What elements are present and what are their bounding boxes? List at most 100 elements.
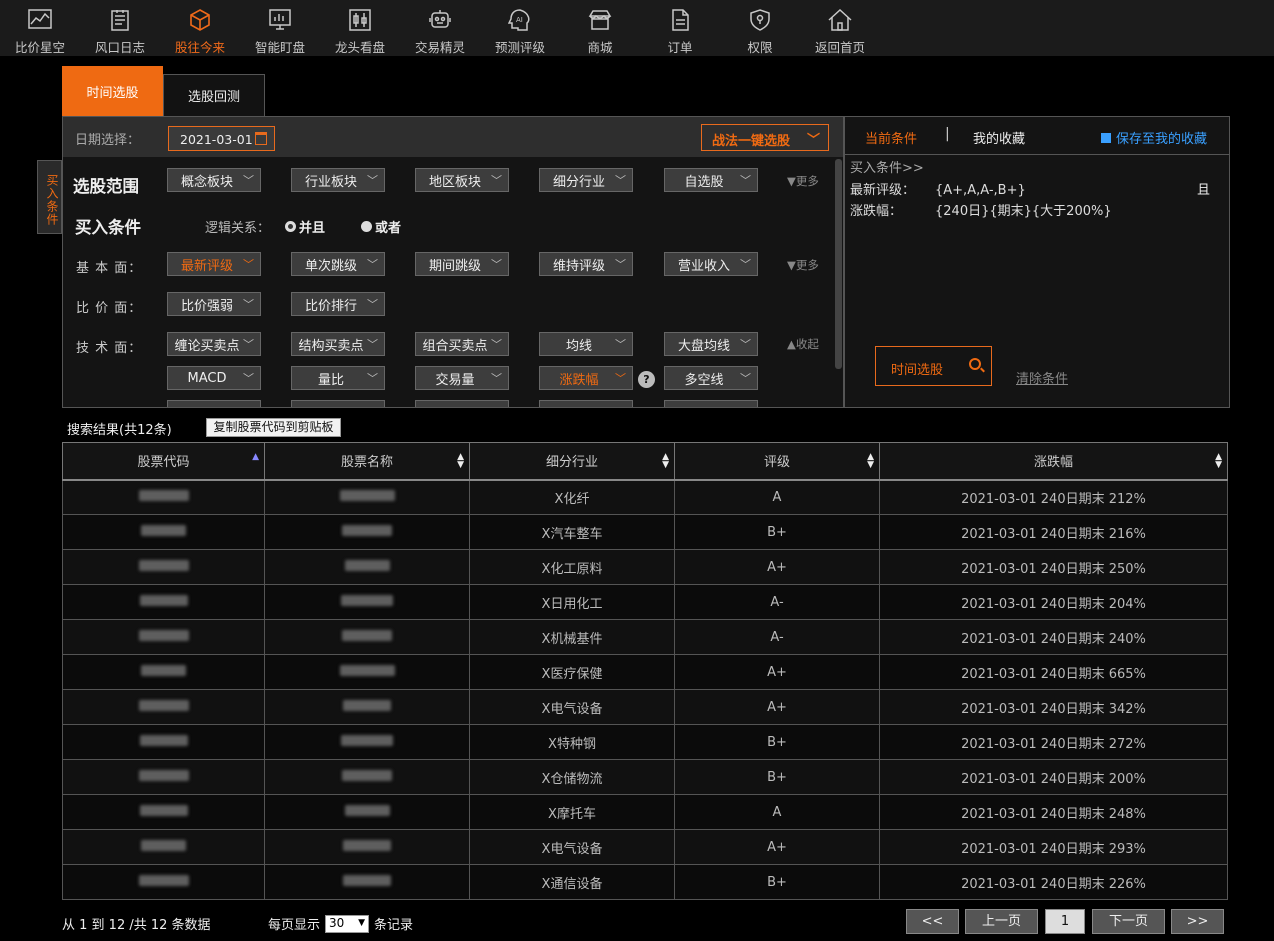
dropdown-region[interactable]: 地区板块 ﹀: [415, 168, 509, 192]
scrollbar[interactable]: [835, 159, 842, 369]
dropdown-single-jump[interactable]: 单次跳级 ﹀: [291, 252, 385, 276]
nav-item-dingdan[interactable]: 订单: [640, 0, 720, 56]
nav-item-fengkou[interactable]: 风口日志: [80, 0, 160, 56]
tab-time-pick[interactable]: 时间选股: [62, 66, 163, 116]
table-row[interactable]: X化工原料 A+ 2021-03-01 240日期末 250%: [62, 549, 1228, 585]
clear-conditions-link[interactable]: 清除条件: [1016, 368, 1068, 387]
nav-item-jiaoyi[interactable]: 交易精灵: [400, 0, 480, 56]
dropdown-period-jump[interactable]: 期间跳级 ﹀: [415, 252, 509, 276]
radio-or[interactable]: 或者: [361, 217, 401, 236]
obscured-code: [139, 804, 188, 816]
dropdown-label: 交易量: [435, 372, 475, 388]
dropdown-label: 均线: [565, 338, 592, 354]
dropdown-structure-points[interactable]: 结构买卖点 ﹀: [291, 332, 385, 356]
per-page-select[interactable]: 30 ▼: [325, 914, 370, 933]
dropdown-combo-points[interactable]: 组合买卖点 ﹀: [415, 332, 509, 356]
table-row[interactable]: X电气设备 A+ 2021-03-01 240日期末 342%: [62, 689, 1228, 725]
nav-item-yuce[interactable]: AI 预测评级: [480, 0, 560, 56]
cell-industry: X通信设备: [469, 864, 675, 900]
date-picker[interactable]: 2021-03-01: [168, 126, 275, 151]
table-row[interactable]: X化纤 A 2021-03-01 240日期末 212%: [62, 479, 1228, 515]
per-page-suffix: 条记录: [374, 918, 414, 933]
table-row[interactable]: X医疗保健 A+ 2021-03-01 240日期末 665%: [62, 654, 1228, 690]
time-pick-search-button[interactable]: 时间选股: [875, 346, 992, 386]
tab-current-conditions[interactable]: 当前条件: [865, 128, 917, 147]
cell-industry: X电气设备: [469, 689, 675, 725]
dropdown-market-average[interactable]: 大盘均线 ﹀: [664, 332, 758, 356]
cell-change: 2021-03-01 240日期末 250%: [879, 549, 1228, 585]
home-icon: [827, 8, 853, 32]
scope-more-link[interactable]: ▼更多: [787, 173, 819, 189]
current-page-button[interactable]: 1: [1045, 909, 1085, 934]
chevron-down-icon: ﹀: [243, 174, 254, 187]
table-row[interactable]: X特种钢 B+ 2021-03-01 240日期末 272%: [62, 724, 1228, 760]
dropdown-maintain-rating[interactable]: 维持评级 ﹀: [539, 252, 633, 276]
nav-item-zhineng[interactable]: 智能盯盘: [240, 0, 320, 56]
more-label: 更多: [795, 174, 819, 188]
col-header-name[interactable]: 股票名称 ▲ ▼: [264, 442, 470, 481]
dropdown-moving-average[interactable]: 均线 ﹀: [539, 332, 633, 356]
chevron-down-icon: ﹀: [615, 174, 626, 187]
dropdown-industry[interactable]: 行业板块 ﹀: [291, 168, 385, 192]
first-page-button[interactable]: <<: [906, 909, 959, 934]
col-header-code[interactable]: 股票代码 ▲: [62, 442, 265, 481]
last-page-button[interactable]: >>: [1171, 909, 1224, 934]
table-row[interactable]: X通信设备 B+ 2021-03-01 240日期末 226%: [62, 864, 1228, 900]
strategy-one-click-button[interactable]: 战法一键选股 ﹀: [701, 124, 829, 151]
dropdown-latest-rating[interactable]: 最新评级 ﹀: [167, 252, 261, 276]
table-row[interactable]: X汽车整车 B+ 2021-03-01 240日期末 216%: [62, 514, 1228, 550]
chevron-down-icon: ﹀: [491, 174, 502, 187]
chevron-down-icon: ﹀: [740, 258, 751, 271]
technical-collapse-link[interactable]: ▲收起: [787, 336, 819, 352]
cell-code: [62, 584, 265, 620]
help-icon[interactable]: ?: [638, 371, 655, 388]
save-to-favorites-link[interactable]: 保存至我的收藏: [1101, 128, 1207, 147]
dropdown-row3-5[interactable]: [664, 400, 758, 407]
dropdown-label: MACD: [187, 370, 227, 386]
table-row[interactable]: X电气设备 A+ 2021-03-01 240日期末 293%: [62, 829, 1228, 865]
per-page-control: 每页显示 30 ▼ 条记录: [268, 914, 413, 933]
dropdown-compare-strength[interactable]: 比价强弱 ﹀: [167, 292, 261, 316]
dropdown-sub-industry[interactable]: 细分行业 ﹀: [539, 168, 633, 192]
dropdown-row3-3[interactable]: [415, 400, 509, 407]
table-row[interactable]: X日用化工 A- 2021-03-01 240日期末 204%: [62, 584, 1228, 620]
nav-item-shangcheng[interactable]: 商城: [560, 0, 640, 56]
dropdown-bull-bear-line[interactable]: 多空线 ﹀: [664, 366, 758, 390]
dropdown-row3-4[interactable]: [539, 400, 633, 407]
dropdown-price-change[interactable]: 涨跌幅 ﹀: [539, 366, 633, 390]
table-row[interactable]: X摩托车 A 2021-03-01 240日期末 248%: [62, 794, 1228, 830]
dropdown-volume-ratio[interactable]: 量比 ﹀: [291, 366, 385, 390]
copy-codes-button[interactable]: 复制股票代码到剪贴板: [206, 418, 341, 437]
tab-my-favorites[interactable]: 我的收藏: [973, 128, 1025, 147]
table-row[interactable]: X机械基件 A- 2021-03-01 240日期末 240%: [62, 619, 1228, 655]
shield-icon: [747, 8, 773, 32]
dropdown-row3-1[interactable]: [167, 400, 261, 407]
nav-item-longtou[interactable]: 龙头看盘: [320, 0, 400, 56]
dropdown-row3-2[interactable]: [291, 400, 385, 407]
dropdown-compare-rank[interactable]: 比价排行 ﹀: [291, 292, 385, 316]
dropdown-revenue[interactable]: 营业收入 ﹀: [664, 252, 758, 276]
fundamental-more-link[interactable]: ▼更多: [787, 257, 819, 273]
col-header-rating[interactable]: 评级 ▲ ▼: [674, 442, 880, 481]
col-header-industry[interactable]: 细分行业 ▲ ▼: [469, 442, 675, 481]
radio-and[interactable]: 并且: [285, 217, 325, 236]
dropdown-macd[interactable]: MACD ﹀: [167, 366, 261, 390]
table-row[interactable]: X仓储物流 B+ 2021-03-01 240日期末 200%: [62, 759, 1228, 795]
obscured-name: [342, 769, 392, 781]
nav-item-quanxian[interactable]: 权限: [720, 0, 800, 56]
nav-item-home[interactable]: 返回首页: [800, 0, 880, 56]
dropdown-concept[interactable]: 概念板块 ﹀: [167, 168, 261, 192]
dropdown-watchlist[interactable]: 自选股 ﹀: [664, 168, 758, 192]
next-page-button[interactable]: 下一页: [1092, 909, 1165, 934]
prev-page-button[interactable]: 上一页: [965, 909, 1038, 934]
dropdown-volume[interactable]: 交易量 ﹀: [415, 366, 509, 390]
nav-item-guwang[interactable]: 股往今来: [160, 0, 240, 56]
nav-item-bijia[interactable]: 比价星空: [0, 0, 80, 56]
col-header-change[interactable]: 涨跌幅 ▲ ▼: [879, 442, 1228, 481]
cell-code: [62, 479, 265, 515]
buy-condition-side-tab[interactable]: 买入条件: [37, 160, 62, 234]
obscured-name: [339, 664, 395, 676]
chevron-down-icon: ﹀: [243, 298, 254, 311]
dropdown-chan-points[interactable]: 缠论买卖点 ﹀: [167, 332, 261, 356]
tab-backtest[interactable]: 选股回测: [163, 74, 265, 116]
